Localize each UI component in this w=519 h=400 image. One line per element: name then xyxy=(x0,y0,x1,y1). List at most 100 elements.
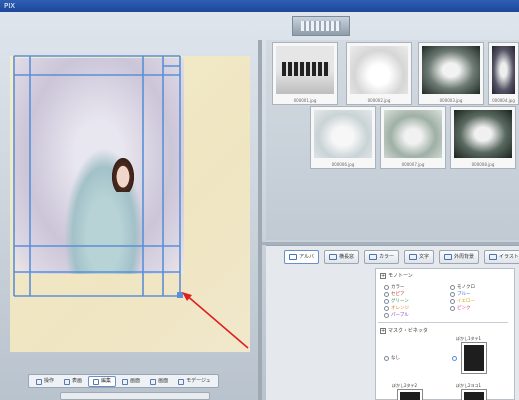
monotone-group-title[interactable]: + モノトーン xyxy=(380,272,413,279)
mask-caption: ぼかし1タテ1 xyxy=(456,336,482,341)
tab-label: アルバ xyxy=(299,254,314,260)
mask-preview[interactable] xyxy=(461,342,487,374)
radio-button[interactable] xyxy=(384,355,389,361)
radio-button[interactable] xyxy=(450,305,455,311)
illustration-icon xyxy=(489,254,498,260)
radio-button[interactable] xyxy=(384,284,389,290)
radio-button[interactable] xyxy=(452,356,457,361)
sub-toolbar[interactable] xyxy=(60,392,210,400)
thumbnail-image xyxy=(454,110,512,158)
screen-icon xyxy=(122,378,129,385)
tool-label: 編集 xyxy=(101,378,112,384)
tool-screen-1[interactable]: 画面 xyxy=(118,376,144,387)
tab-label: カラー xyxy=(378,254,394,260)
tab-label: 外周背景 xyxy=(454,254,475,260)
radio-button[interactable] xyxy=(384,312,389,318)
tab-color[interactable]: カラー xyxy=(363,250,399,264)
tool-screen-2[interactable]: 画面 xyxy=(146,376,172,387)
radio-option[interactable]: カラー xyxy=(384,284,405,290)
panel-tabs: アルバ 横長窓 カラー 文字 外周背景 イラスト/ボキ xyxy=(284,250,519,264)
thumbnail-caption: 000008.jpg xyxy=(471,162,495,167)
radio-button[interactable] xyxy=(450,298,455,304)
montage-icon xyxy=(178,378,185,385)
thumbnail-image xyxy=(314,110,372,158)
tool-edit[interactable]: 編集 xyxy=(88,376,117,387)
app-logo xyxy=(292,16,350,36)
thumbnail-image xyxy=(276,46,334,94)
vertical-splitter[interactable] xyxy=(258,40,262,400)
option-label: オレンジ xyxy=(391,306,409,311)
thumbnail-caption: 000002.jpg xyxy=(367,98,391,103)
photo-layer[interactable] xyxy=(14,58,184,274)
thumbnail-image xyxy=(384,110,442,158)
tool-label: 表画 xyxy=(72,378,83,384)
tab-illustration[interactable]: イラスト/ボキ xyxy=(484,250,519,264)
option-label: カラー xyxy=(391,285,405,290)
radio-button[interactable] xyxy=(384,291,389,297)
radio-option[interactable]: グリーン xyxy=(384,298,409,304)
radio-option[interactable]: オレンジ xyxy=(384,305,409,311)
tab-album[interactable]: アルバ xyxy=(284,250,319,264)
option-label: グリーン xyxy=(391,299,409,304)
color-icon xyxy=(368,254,377,260)
mask-caption: ぼかし2ヨコ1 xyxy=(456,383,482,388)
tool-label: 画面 xyxy=(158,378,169,384)
thumbnail[interactable]: 000002.jpg xyxy=(346,42,412,105)
text-icon xyxy=(408,254,417,260)
thumbnail[interactable]: 000006.jpg xyxy=(310,106,376,169)
album-icon xyxy=(289,254,297,260)
title-bar: PIX xyxy=(0,0,519,12)
mask-group-title[interactable]: + マスク・ビネッタ xyxy=(380,327,428,334)
radio-option[interactable]: モノクロ xyxy=(450,284,475,290)
option-label: モノクロ xyxy=(457,285,475,290)
option-label: なし xyxy=(391,356,400,361)
screen-icon xyxy=(150,378,157,385)
thumbnail-image xyxy=(350,46,408,94)
option-label: イエロー xyxy=(457,299,475,304)
option-label: パープル xyxy=(391,313,409,318)
radio-option[interactable]: なし xyxy=(384,355,400,361)
radio-button[interactable] xyxy=(384,305,389,311)
radio-option[interactable]: ピンク xyxy=(450,305,471,311)
option-label: セピア xyxy=(391,292,405,297)
tool-montage[interactable]: モデージュ xyxy=(174,376,215,387)
thumbnail[interactable]: 000007.jpg xyxy=(380,106,446,169)
tool-label: モデージュ xyxy=(186,378,211,384)
thumbnail[interactable]: 000004.jpg xyxy=(488,42,519,105)
tool-label: 操作 xyxy=(44,378,55,384)
tab-landscape[interactable]: 横長窓 xyxy=(323,250,359,264)
radio-button[interactable] xyxy=(450,284,455,290)
tab-label: 文字 xyxy=(418,254,429,260)
thumbnail-caption: 000007.jpg xyxy=(401,162,425,167)
expand-icon[interactable]: + xyxy=(380,272,386,279)
radio-option[interactable]: ブルー xyxy=(450,291,471,297)
section-divider xyxy=(378,322,508,323)
tab-outer-background[interactable]: 外周背景 xyxy=(439,250,480,264)
operate-icon xyxy=(36,378,42,385)
tab-text[interactable]: 文字 xyxy=(403,250,434,264)
window-title: PIX xyxy=(4,2,16,10)
thumbnail-caption: 000003.jpg xyxy=(439,98,463,103)
thumbnail[interactable]: 000008.jpg xyxy=(450,106,516,169)
thumbnail-caption: 000006.jpg xyxy=(331,162,355,167)
mask-preview[interactable] xyxy=(461,389,487,400)
edit-toolbar: 操作 表画 編集 画面 画面 モデージュ xyxy=(28,374,219,388)
radio-button[interactable] xyxy=(384,298,389,304)
expand-icon[interactable]: + xyxy=(380,327,386,334)
radio-button[interactable] xyxy=(450,291,455,297)
thumbnail[interactable]: 000003.jpg xyxy=(418,42,484,105)
move-icon xyxy=(93,378,100,385)
radio-option[interactable]: セピア xyxy=(384,291,405,297)
tool-operate[interactable]: 操作 xyxy=(32,376,58,387)
thumbnail[interactable]: 000001.jpg xyxy=(272,42,338,105)
mask-preview[interactable] xyxy=(397,389,423,400)
bride-figure xyxy=(112,158,134,192)
thumbnail-caption: 000004.jpg xyxy=(492,98,515,103)
tool-draw[interactable]: 表画 xyxy=(60,376,86,387)
thumbnail-image xyxy=(492,46,515,94)
mask-caption: ぼかし2タテ2 xyxy=(392,383,418,388)
option-label: ピンク xyxy=(457,306,471,311)
radio-option[interactable]: イエロー xyxy=(450,298,475,304)
thumbnail-image xyxy=(422,46,480,94)
radio-option[interactable]: パープル xyxy=(384,312,409,318)
